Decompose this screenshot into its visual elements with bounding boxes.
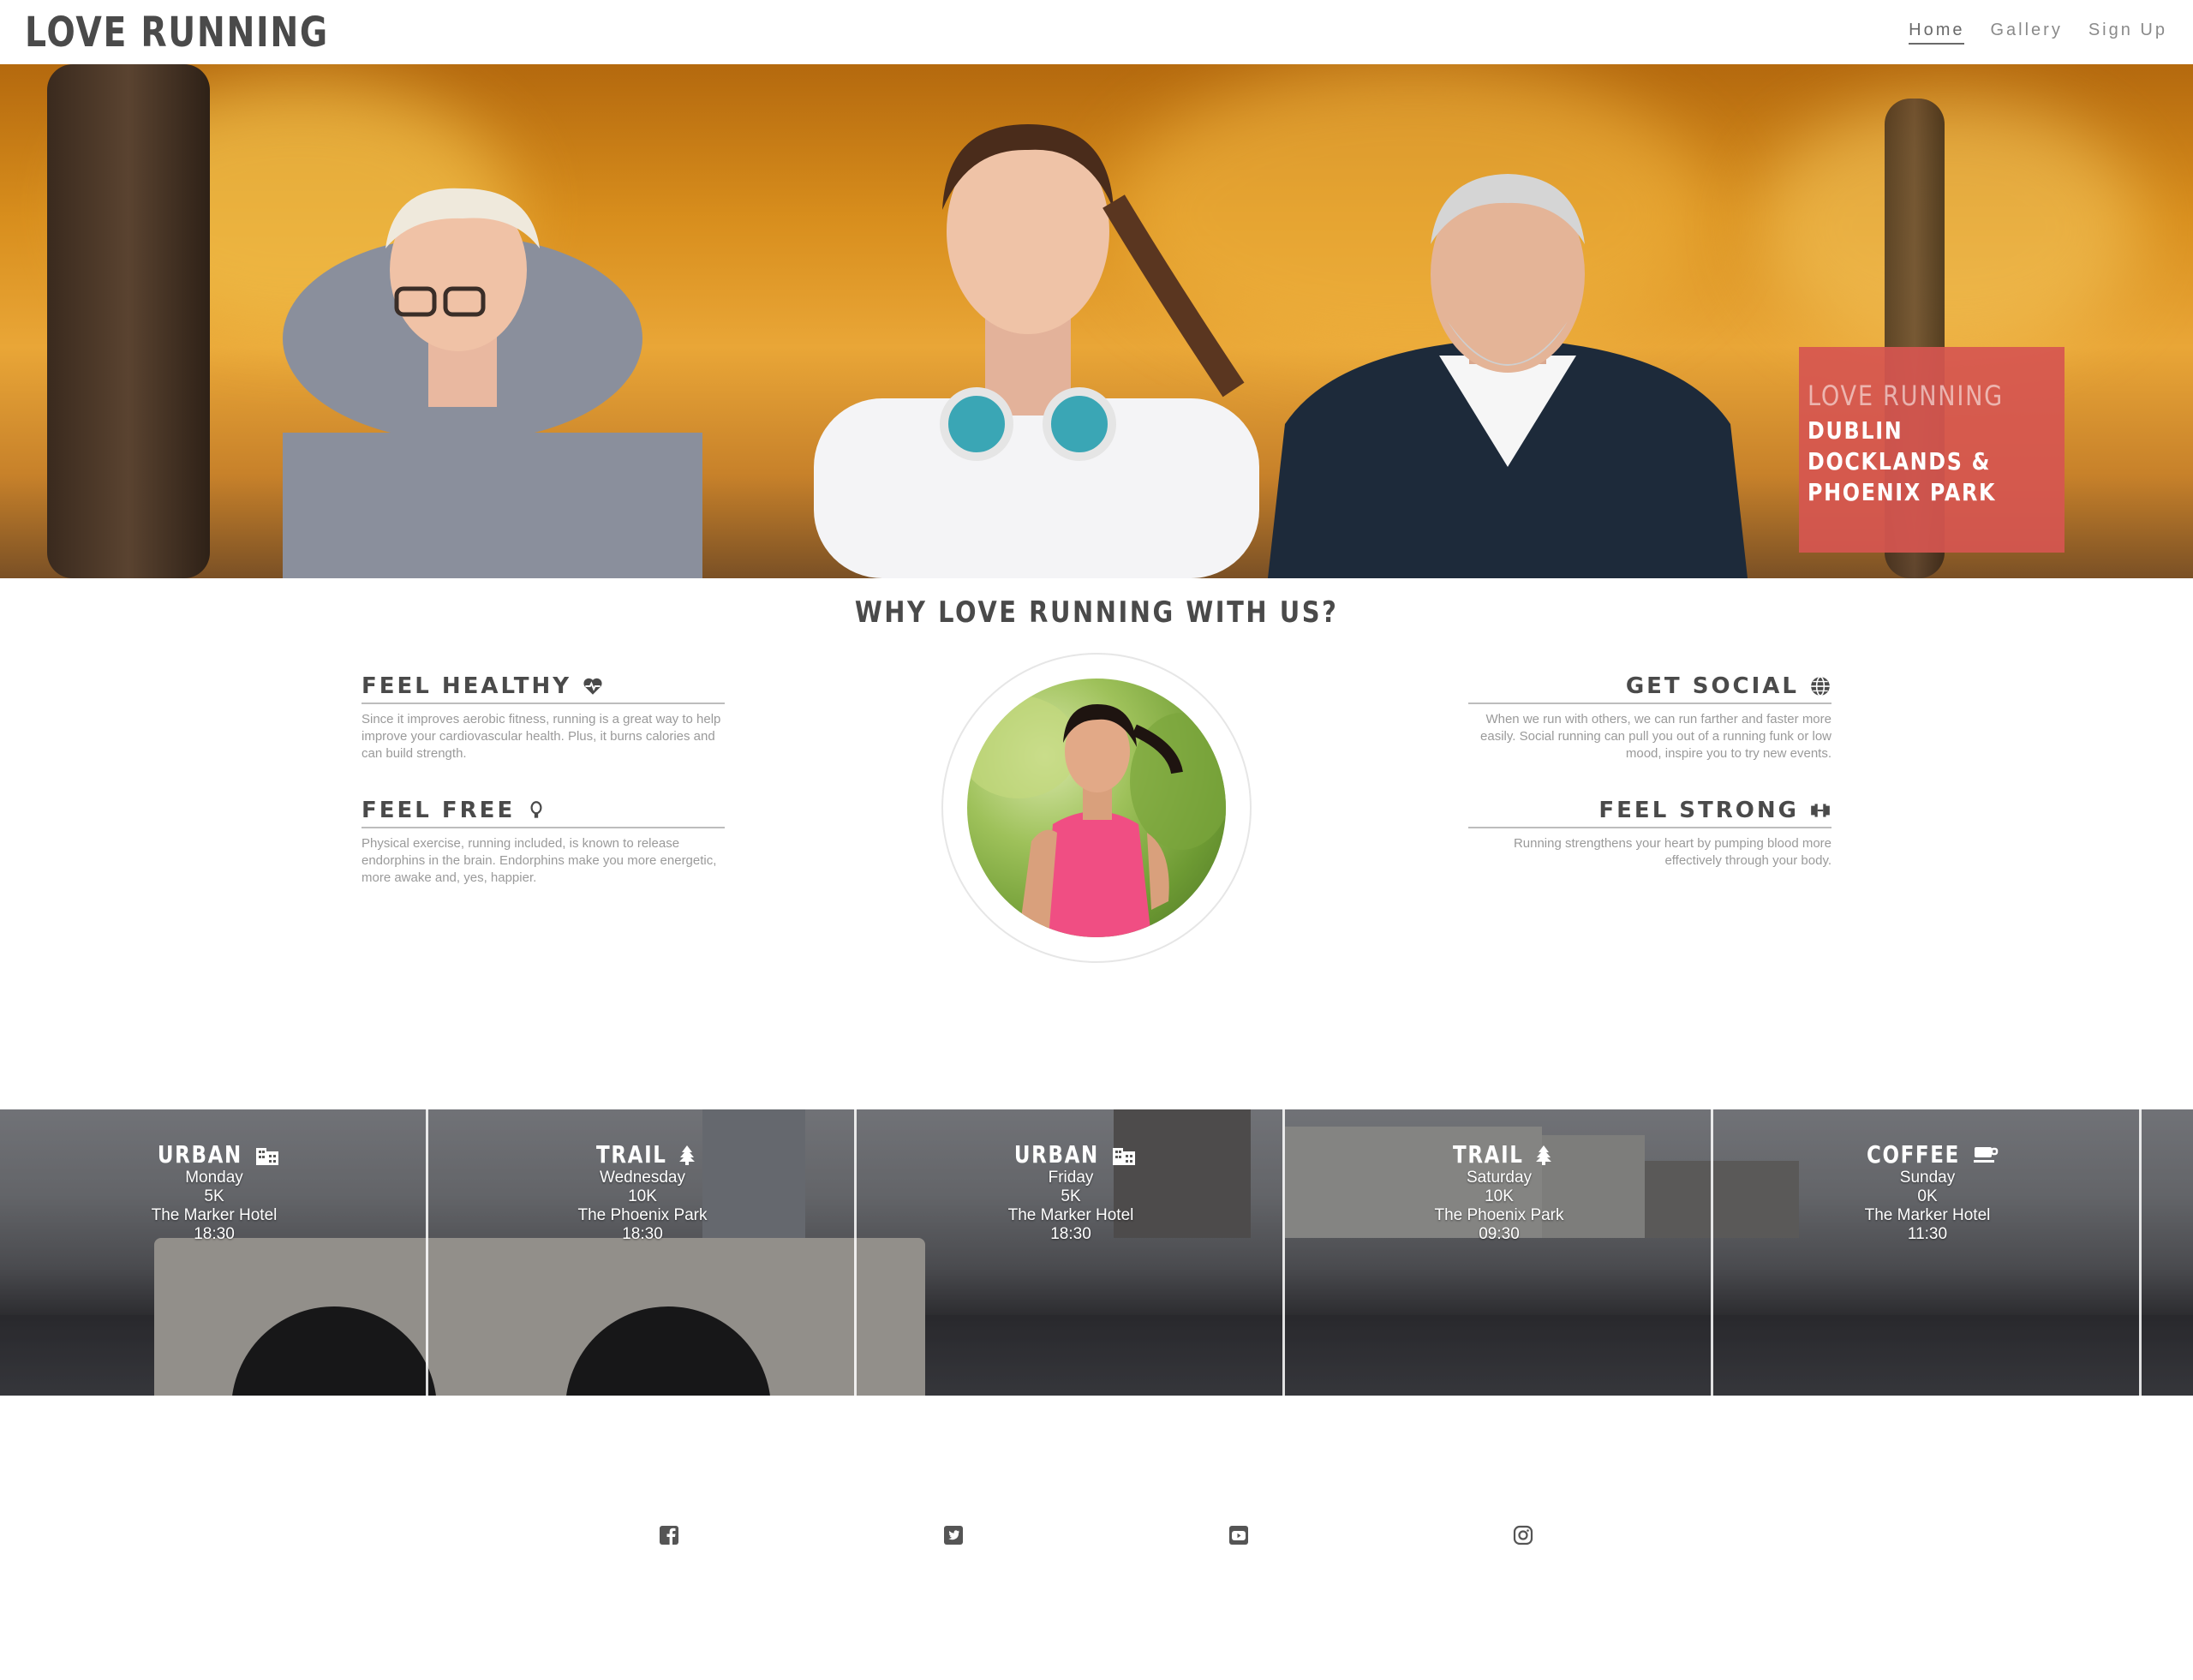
globe-icon (1811, 676, 1830, 697)
youtube-icon[interactable] (1228, 1525, 1249, 1545)
building-icon (1113, 1147, 1136, 1165)
slot-title: TRAIL (589, 1140, 697, 1169)
twitter-icon[interactable] (943, 1525, 964, 1545)
nav-link-gallery[interactable]: Gallery (1990, 21, 2062, 45)
why-section-title-text: WHY LOVE RUNNING WITH US? (854, 595, 1339, 630)
slot-time: 18:30 (1050, 1225, 1091, 1243)
slot-type: TRAIL (1452, 1140, 1524, 1169)
feature-title: FEEL STRONG (1598, 798, 1799, 823)
brand-logo[interactable]: LOVE RUNNING (25, 9, 329, 57)
feature-heading: FEEL FREE (362, 798, 725, 828)
feature-text: Running strengthens your heart by pumpin… (1513, 836, 1831, 868)
slot-day: Monday (185, 1169, 243, 1187)
feature-title: GET SOCIAL (1625, 673, 1799, 699)
slot-title: URBAN (1005, 1140, 1138, 1169)
schedule-slot-content: URBAN Monday 5K The Marker Hotel 18:30 (0, 1140, 428, 1244)
slot-distance: 10K (628, 1187, 657, 1205)
feature-text: Physical exercise, running included, is … (362, 836, 717, 885)
slot-title: URBAN (148, 1140, 281, 1169)
schedule-slot-content: URBAN Friday 5K The Marker Hotel 18:30 (857, 1140, 1285, 1244)
slot-location: The Phoenix Park (1434, 1206, 1564, 1224)
nav-link-home[interactable]: Home (1909, 21, 1965, 45)
schedule-slot[interactable]: URBAN Friday 5K The Marker Hotel 18:30 (857, 1109, 1285, 1396)
feature-feel-strong: FEEL STRONG Running strengthens your hea… (1468, 798, 1831, 870)
schedule-slot[interactable]: COFFEE Sunday 0K The Marker Hotel 11:30 (1713, 1109, 2142, 1396)
tree-icon (679, 1145, 696, 1165)
facebook-icon[interactable] (659, 1525, 679, 1545)
slot-day: Friday (1048, 1169, 1094, 1187)
schedule-slot[interactable]: TRAIL Saturday 10K The Phoenix Park 09:3… (1285, 1109, 1713, 1396)
feature-text: Since it improves aerobic fitness, runni… (362, 712, 721, 761)
slot-day: Wednesday (600, 1169, 685, 1187)
slot-day: Saturday (1466, 1169, 1533, 1187)
hero-badge: LOVE RUNNING DUBLIN DOCKLANDS & PHOENIX … (1799, 347, 2065, 553)
slot-time: 18:30 (622, 1225, 663, 1243)
slot-type: TRAIL (595, 1140, 667, 1169)
navbar: LOVE RUNNING Home Gallery Sign Up (0, 0, 2193, 64)
feature-feel-free: FEEL FREE Physical exercise, running inc… (362, 798, 725, 887)
feature-title: FEEL FREE (362, 798, 516, 823)
nav-link-sign-up[interactable]: Sign Up (2088, 21, 2167, 45)
lightbulb-icon (530, 801, 542, 818)
why-section-title: WHY LOVE RUNNING WITH US? (0, 595, 2193, 630)
runner-photo-frame (941, 653, 1252, 963)
feature-heading: FEEL STRONG (1468, 798, 1831, 828)
slot-time: 09:30 (1479, 1225, 1520, 1243)
slot-title: COFFEE (1856, 1140, 1999, 1169)
runner-photo-image (967, 696, 1226, 937)
schedule-strip: URBAN Monday 5K The Marker Hotel 18:30 T… (0, 1109, 2193, 1396)
slot-title: TRAIL (1445, 1140, 1554, 1169)
slot-distance: 5K (1061, 1187, 1081, 1205)
slot-type: URBAN (1013, 1140, 1099, 1169)
feature-text: When we run with others, we can run fart… (1480, 712, 1831, 761)
slot-type: URBAN (157, 1140, 242, 1169)
schedule-slot-content: COFFEE Sunday 0K The Marker Hotel 11:30 (1713, 1140, 2142, 1244)
building-icon (256, 1147, 279, 1165)
runner-photo (967, 679, 1226, 937)
schedule-slot-content: TRAIL Saturday 10K The Phoenix Park 09:3… (1285, 1140, 1713, 1244)
heartbeat-icon (583, 678, 602, 695)
slot-distance: 0K (1917, 1187, 1938, 1205)
hero-badge-title: LOVE RUNNING (1808, 380, 2004, 412)
schedule-slot-content: TRAIL Wednesday 10K The Phoenix Park 18:… (428, 1140, 857, 1244)
slot-distance: 10K (1485, 1187, 1514, 1205)
dumbbell-icon (1811, 804, 1830, 817)
tree-icon (1536, 1145, 1552, 1165)
slot-day: Sunday (1899, 1169, 1956, 1187)
feature-heading: FEEL HEALTHY (362, 673, 725, 704)
feature-heading: GET SOCIAL (1468, 673, 1831, 704)
slot-time: 18:30 (194, 1225, 235, 1243)
feature-title: FEEL HEALTHY (362, 673, 572, 699)
schedule-slot[interactable]: URBAN Monday 5K The Marker Hotel 18:30 (0, 1109, 428, 1396)
feature-get-social: GET SOCIAL When we run with others, we c… (1468, 673, 1831, 762)
slot-location: The Marker Hotel (151, 1206, 278, 1224)
hero-badge-subtitle: DUBLIN DOCKLANDS & PHOENIX PARK (1808, 416, 1997, 506)
nav-links: Home Gallery Sign Up (1909, 21, 2167, 45)
slot-location: The Marker Hotel (1864, 1206, 1991, 1224)
coffee-icon (1974, 1146, 1999, 1163)
slot-time: 11:30 (1907, 1225, 1948, 1243)
slot-location: The Marker Hotel (1007, 1206, 1134, 1224)
slot-distance: 5K (204, 1187, 224, 1205)
instagram-icon[interactable] (1513, 1525, 1533, 1545)
slot-location: The Phoenix Park (577, 1206, 708, 1224)
slot-type: COFFEE (1866, 1140, 1960, 1169)
schedule-slot[interactable]: TRAIL Wednesday 10K The Phoenix Park 18:… (428, 1109, 857, 1396)
feature-feel-healthy: FEEL HEALTHY Since it improves aerobic f… (362, 673, 725, 762)
hero-banner: LOVE RUNNING DUBLIN DOCKLANDS & PHOENIX … (0, 64, 2193, 578)
